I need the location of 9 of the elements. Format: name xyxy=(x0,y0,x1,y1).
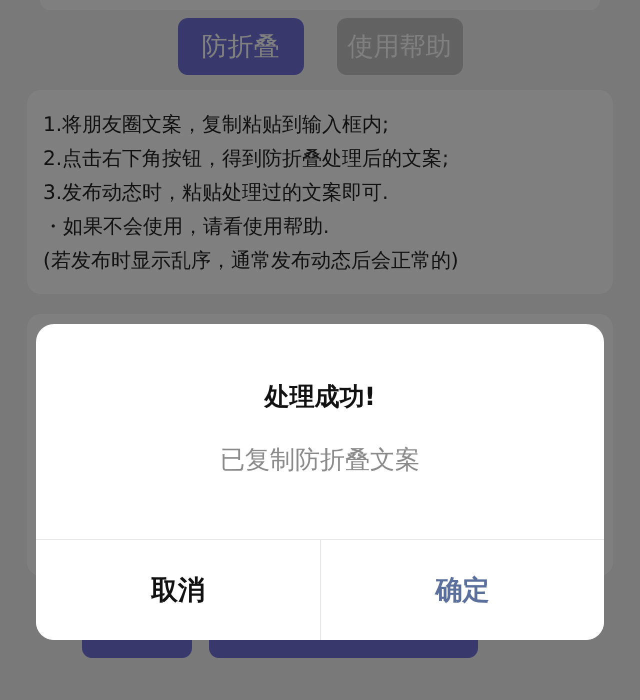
instruction-text: (若发布时显示乱序，通常发布动态后会正常的) xyxy=(43,247,460,274)
instruction-text: 3.发布动态时，粘贴处理过的文案即可. xyxy=(43,179,390,206)
instruction-text: ・如果不会使用，请看使用帮助. xyxy=(43,213,330,240)
confirm-button[interactable]: 确定 xyxy=(320,540,604,640)
dialog-title: 处理成功! xyxy=(263,381,377,413)
instruction-text: 2.点击右下角按钮，得到防折叠处理后的文案; xyxy=(43,145,450,172)
mode-tab[interactable]: 防折叠 xyxy=(178,18,304,75)
instruction-text: 1.将朋友圈文案，复制粘贴到输入框内; xyxy=(43,111,390,138)
dialog-message: 已复制防折叠文案 xyxy=(219,444,421,476)
